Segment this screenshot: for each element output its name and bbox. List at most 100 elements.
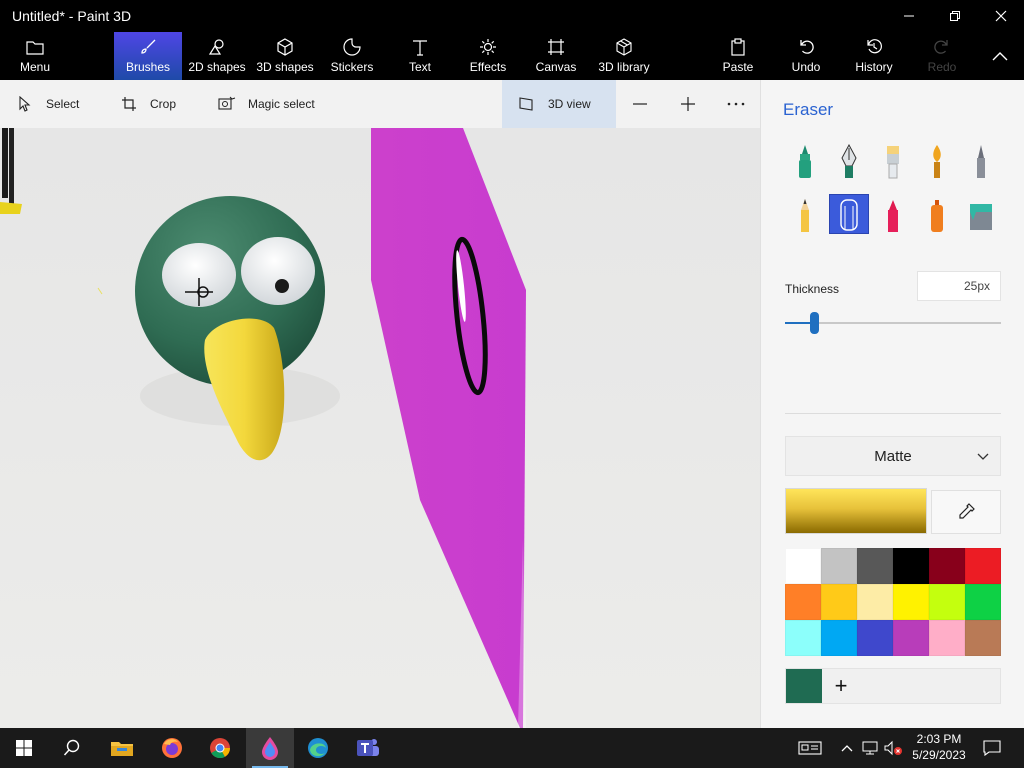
edge-taskbar[interactable] [294,728,342,768]
paste-button[interactable]: Paste [716,32,760,80]
color-swatch[interactable] [857,584,893,620]
color-swatch[interactable] [857,620,893,656]
current-color-swatch[interactable] [785,488,927,534]
chrome-taskbar[interactable] [196,728,244,768]
text-tab[interactable]: Text [398,32,442,80]
file-explorer-taskbar[interactable] [98,728,146,768]
redo-icon [932,37,952,57]
oil-brush[interactable] [873,142,913,182]
3d-library-tab[interactable]: 3D library [596,32,652,80]
color-swatch[interactable] [785,620,821,656]
edge-icon [308,738,328,758]
network-tray[interactable] [860,728,880,768]
menu-button[interactable]: Menu [12,32,58,80]
notifications-button[interactable] [980,728,1004,768]
history-label: History [855,60,893,74]
redo-label: Redo [927,60,957,74]
collapse-ribbon-button[interactable] [982,32,1018,80]
file-explorer-icon [111,742,133,756]
spray-can-brush[interactable] [917,196,957,236]
network-icon [862,741,878,755]
color-swatch[interactable] [965,548,1001,584]
chevron-up-icon [841,745,853,752]
color-swatch[interactable] [821,620,857,656]
search-icon [63,739,80,756]
eraser-brush[interactable] [829,194,869,234]
tool-toolbar: Select Crop Magic select 3D view [0,80,760,128]
color-swatch[interactable] [929,584,965,620]
magic-select-icon [216,93,238,115]
thickness-slider-thumb[interactable] [810,312,819,334]
2d-shapes-tab[interactable]: 2D shapes [186,32,248,80]
color-swatch[interactable] [785,548,821,584]
oil-brush-icon [887,146,899,179]
minimize-button[interactable] [886,0,932,32]
finish-dropdown[interactable]: Matte [785,436,1001,476]
pencil-brush[interactable] [785,196,825,236]
clock-time: 2:03 PM [916,732,962,746]
color-swatch[interactable] [929,548,965,584]
show-hidden-icons[interactable] [838,728,856,768]
crop-button[interactable]: Crop [118,80,176,128]
marker-brush[interactable] [785,142,825,182]
redo-button[interactable]: Redo [920,32,964,80]
color-swatch[interactable] [893,548,929,584]
zoom-in-button[interactable] [670,80,706,128]
history-icon [864,37,884,57]
color-swatch[interactable] [821,548,857,584]
brush-icon [138,37,158,57]
search-button[interactable] [48,728,96,768]
zoom-out-button[interactable] [622,80,658,128]
brushes-tab[interactable]: Brushes [114,32,182,80]
more-options-button[interactable] [718,80,754,128]
canvas-tab[interactable]: Canvas [534,32,578,80]
undo-icon [796,37,816,57]
right-eye [241,237,315,305]
effects-tab[interactable]: Effects [466,32,510,80]
crayon-brush[interactable] [873,196,913,236]
color-swatch[interactable] [929,620,965,656]
chevron-up-icon [992,52,1008,61]
pixel-pen-brush[interactable] [961,142,1001,182]
color-swatch[interactable] [821,584,857,620]
thickness-input[interactable]: 25px [917,271,1001,301]
color-swatch[interactable] [857,548,893,584]
watercolor-brush[interactable] [917,142,957,182]
start-button[interactable] [0,728,48,768]
color-swatch[interactable] [965,620,1001,656]
eyedropper-button[interactable] [931,490,1001,534]
restore-button[interactable] [932,0,978,32]
firefox-taskbar[interactable] [148,728,196,768]
more-icon [727,102,745,106]
panel-title: Eraser [783,100,834,119]
fill-brush[interactable] [961,196,1001,236]
undo-button[interactable]: Undo [784,32,828,80]
color-swatch[interactable] [893,584,929,620]
3d-shapes-tab[interactable]: 3D shapes [254,32,316,80]
watercolor-icon [933,145,941,178]
minimize-icon [904,15,914,17]
color-swatch[interactable] [893,620,929,656]
calligraphy-pen-brush[interactable] [829,142,869,182]
color-palette [785,548,1001,656]
clock[interactable]: 2:03 PM 5/29/2023 [900,731,978,763]
drawing-canvas[interactable] [0,128,760,728]
history-button[interactable]: History [850,32,898,80]
brush-panel: Eraser Thickness 25px Matte + [760,80,1024,728]
canvas-label: Canvas [535,60,577,74]
task-view-tray[interactable] [794,728,826,768]
restore-icon [950,11,960,21]
add-color-button[interactable]: + [826,669,856,703]
magic-select-button[interactable]: Magic select [216,80,315,128]
select-button[interactable]: Select [14,80,79,128]
teams-taskbar[interactable] [344,728,392,768]
3d-view-button[interactable]: 3D view [502,80,616,128]
stickers-tab[interactable]: Stickers [326,32,378,80]
custom-color-swatch[interactable] [786,669,822,703]
eyedropper-icon [959,503,975,519]
custom-color-row: + [785,668,1001,704]
paint-3d-taskbar[interactable] [246,728,294,768]
close-button[interactable] [978,0,1024,32]
color-swatch[interactable] [785,584,821,620]
color-swatch[interactable] [965,584,1001,620]
